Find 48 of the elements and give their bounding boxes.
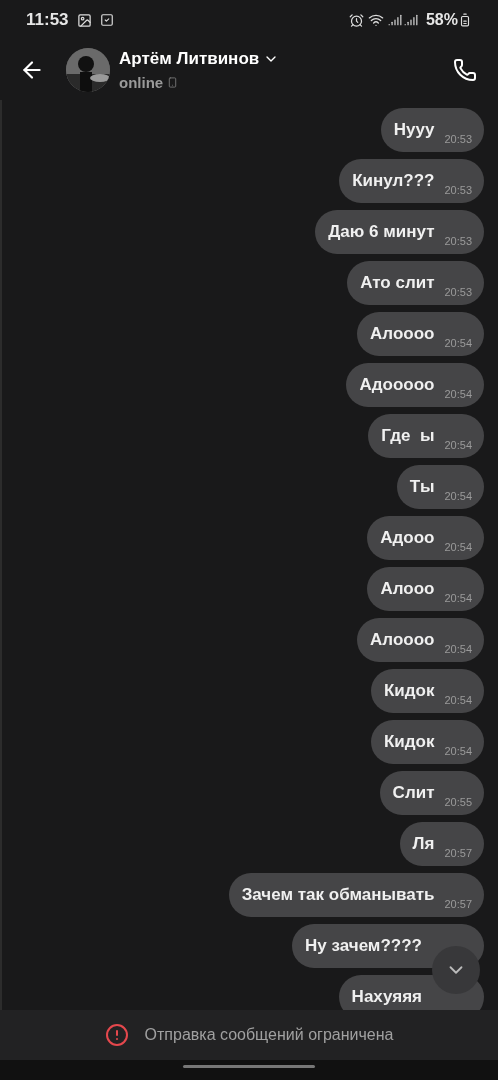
image-icon bbox=[76, 12, 92, 28]
message-time: 20:54 bbox=[444, 692, 472, 708]
message-time: 20:54 bbox=[444, 590, 472, 606]
message-text: Кинул??? bbox=[352, 170, 435, 193]
message-time: 20:54 bbox=[444, 539, 472, 555]
wifi-icon bbox=[367, 12, 384, 28]
message-text: Алооо bbox=[380, 578, 435, 601]
message-text: Алоооо bbox=[370, 323, 435, 346]
message-text: Алоооо bbox=[370, 629, 435, 652]
message-time: 20:54 bbox=[444, 386, 472, 402]
message-time: 20:53 bbox=[444, 131, 472, 147]
checkbox-icon bbox=[99, 13, 114, 27]
message-time: 20:55 bbox=[444, 794, 472, 810]
message-time: 20:54 bbox=[444, 437, 472, 453]
message-text: Где ы bbox=[381, 425, 435, 448]
message-text: Кидок bbox=[383, 680, 435, 703]
message-time: 20:53 bbox=[444, 233, 472, 249]
message-text: Ну зачем???? bbox=[305, 935, 422, 958]
signal-icon bbox=[403, 13, 418, 27]
message-time: 20:54 bbox=[444, 641, 472, 657]
message-text: Ато слит bbox=[360, 272, 435, 295]
alert-icon bbox=[104, 1023, 129, 1047]
signal-icon bbox=[387, 13, 402, 27]
alarm-icon bbox=[348, 12, 364, 28]
message-text: Нахуяяя bbox=[351, 986, 422, 1009]
message-text: Нууу bbox=[393, 119, 435, 142]
avatar[interactable] bbox=[66, 48, 110, 92]
message-text: Слит bbox=[392, 782, 435, 805]
message-time: 20:57 bbox=[444, 896, 472, 912]
message-text: Адооооо bbox=[359, 374, 435, 397]
message-text: Кидок bbox=[383, 731, 435, 754]
contact-name[interactable]: Артём Литвинов bbox=[119, 46, 260, 72]
message-text: Даю 6 минут bbox=[328, 221, 435, 244]
battery-percent: 58% bbox=[425, 10, 458, 30]
restriction-notice: Отправка сообщений ограничена bbox=[144, 1025, 394, 1045]
phone-device-icon bbox=[167, 76, 179, 90]
message-time: 20:54 bbox=[444, 488, 472, 504]
message-text: Адооо bbox=[380, 527, 435, 550]
contact-status: online bbox=[119, 72, 164, 93]
message-text: Ты bbox=[409, 476, 435, 499]
status-time: 11:53 bbox=[26, 9, 69, 32]
message-time: 20:54 bbox=[444, 335, 472, 351]
message-time: 20:53 bbox=[444, 182, 472, 198]
message-text: Зачем так обманывать bbox=[241, 884, 435, 907]
message-time: 20:54 bbox=[444, 743, 472, 759]
message-time: 20:53 bbox=[444, 284, 472, 300]
message-time: 20:57 bbox=[444, 845, 472, 861]
message-text: Ля bbox=[412, 833, 435, 856]
